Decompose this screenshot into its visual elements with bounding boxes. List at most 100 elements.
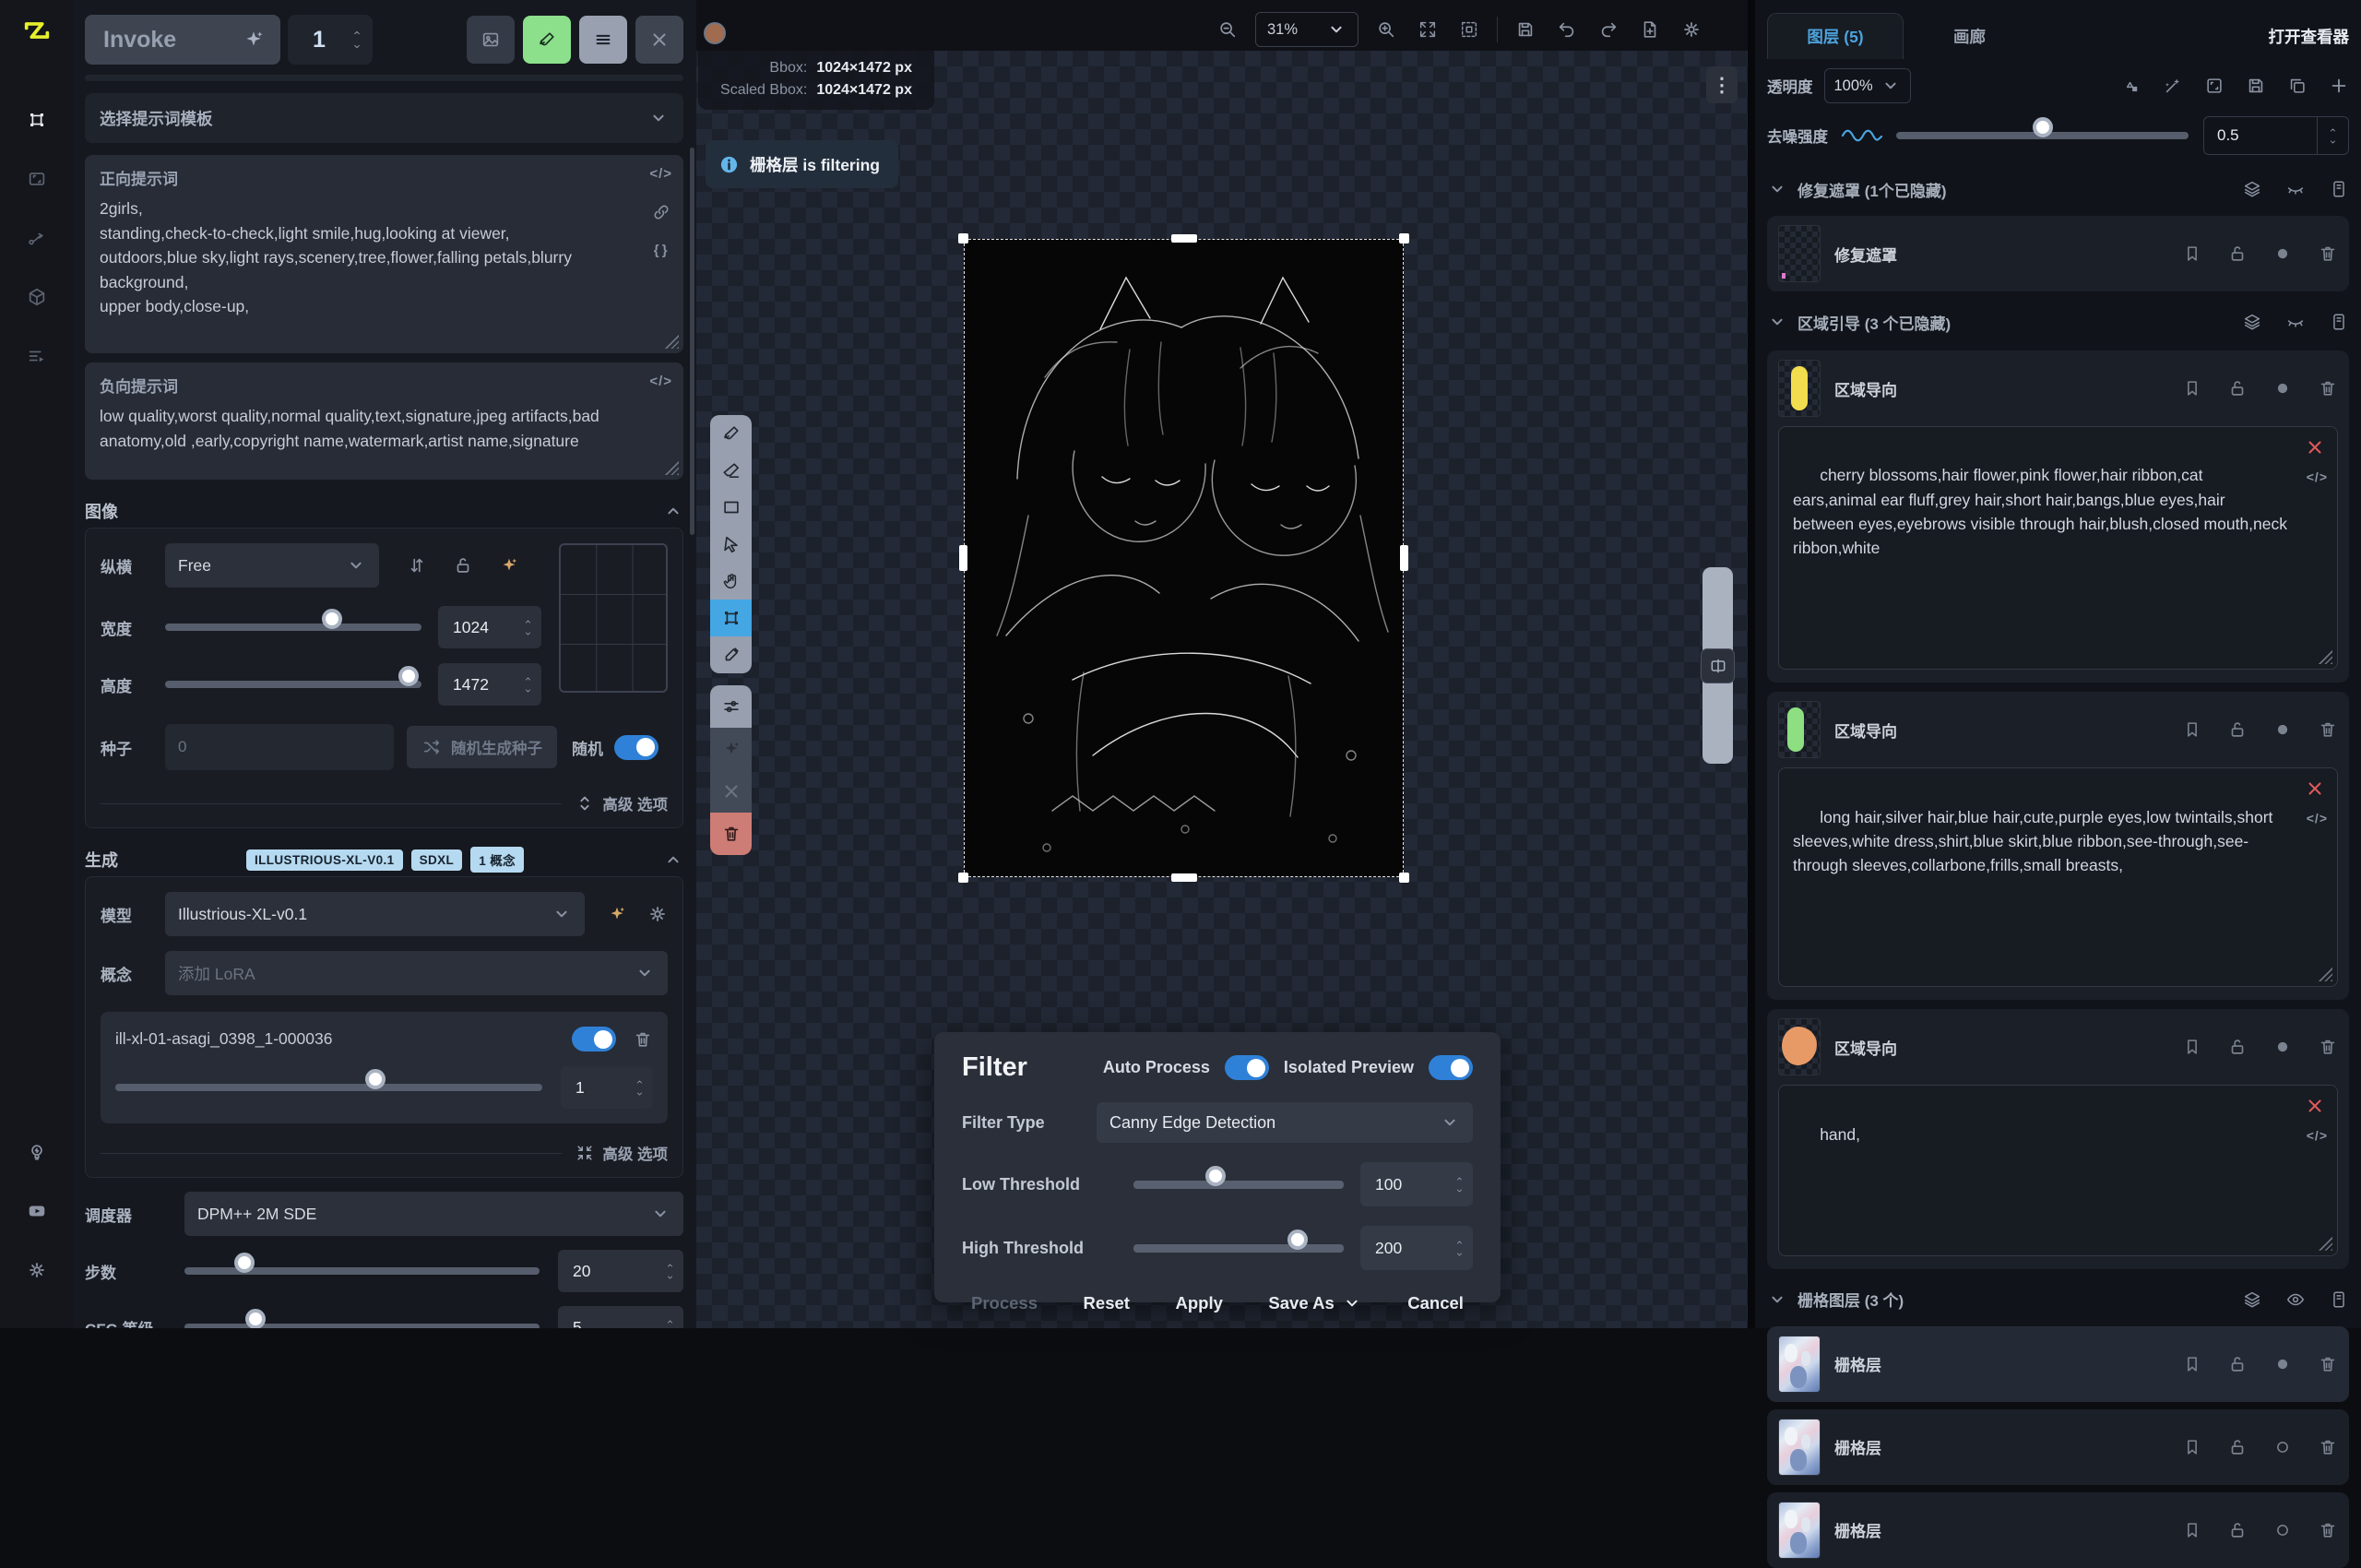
optimize-size-icon[interactable] bbox=[499, 555, 519, 576]
visibility-circle-icon[interactable] bbox=[2272, 1437, 2293, 1457]
brush-mode-button[interactable] bbox=[523, 16, 571, 64]
chevron-up-icon[interactable] bbox=[1453, 1174, 1465, 1183]
fit-bbox-button[interactable] bbox=[1455, 16, 1483, 43]
resize-handle[interactable] bbox=[1400, 545, 1408, 571]
resize-handle[interactable] bbox=[2318, 649, 2332, 664]
rail-canvas-tab[interactable] bbox=[16, 99, 58, 141]
chevron-down-icon[interactable] bbox=[1767, 1289, 1787, 1310]
negative-prompt-box[interactable]: 负向提示词 low quality,worst quality,normal q… bbox=[85, 362, 683, 480]
invoke-button[interactable]: Invoke bbox=[85, 15, 280, 65]
resize-handle[interactable] bbox=[1399, 233, 1409, 244]
panel-icon[interactable] bbox=[2329, 312, 2349, 332]
zoom-out-button[interactable] bbox=[1214, 16, 1241, 43]
stack-icon[interactable] bbox=[2242, 179, 2262, 199]
seed-input[interactable] bbox=[165, 724, 394, 770]
undo-button[interactable] bbox=[1553, 16, 1581, 43]
code-icon[interactable]: </> bbox=[2307, 468, 2328, 487]
reset-button[interactable]: Reset bbox=[1078, 1292, 1135, 1314]
redo-button[interactable] bbox=[1595, 16, 1622, 43]
positive-prompt-box[interactable]: 正向提示词 2girls, standing,check-to-check,li… bbox=[85, 155, 683, 353]
color-swatch[interactable] bbox=[704, 22, 726, 44]
chevron-down-icon[interactable] bbox=[1453, 1186, 1465, 1195]
trash-icon[interactable] bbox=[2318, 244, 2338, 264]
compare-handle[interactable] bbox=[1701, 648, 1735, 683]
eye-closed-icon[interactable] bbox=[2285, 312, 2306, 332]
canny-preview-layer[interactable] bbox=[964, 239, 1404, 877]
layer-thumbnail[interactable] bbox=[1778, 360, 1821, 417]
pan-tool[interactable] bbox=[710, 563, 752, 600]
save-icon[interactable] bbox=[2246, 76, 2266, 96]
chevron-down-icon[interactable] bbox=[350, 42, 363, 52]
negative-prompt-text[interactable]: low quality,worst quality,normal quality… bbox=[100, 404, 644, 453]
trash-icon[interactable] bbox=[2318, 1037, 2338, 1057]
width-slider[interactable] bbox=[165, 615, 421, 639]
eye-icon[interactable] bbox=[2285, 1289, 2306, 1310]
cfg-slider[interactable] bbox=[184, 1315, 540, 1328]
layer-thumbnail[interactable] bbox=[1778, 1419, 1821, 1476]
stack-icon[interactable] bbox=[2242, 1289, 2262, 1310]
lora-toggle[interactable] bbox=[572, 1027, 616, 1051]
transform-button[interactable] bbox=[710, 728, 752, 770]
image-section-header[interactable]: 图像 bbox=[85, 494, 683, 528]
code-icon[interactable]: </> bbox=[2307, 809, 2328, 828]
visibility-circle-icon[interactable] bbox=[2272, 1354, 2293, 1374]
remove-prompt-icon[interactable] bbox=[2305, 778, 2325, 799]
resize-handle[interactable] bbox=[664, 334, 679, 349]
resize-handle[interactable] bbox=[1399, 873, 1409, 883]
region-card[interactable]: 区域导向 hand, </> bbox=[1767, 1009, 2349, 1269]
save-canvas-button[interactable] bbox=[1512, 16, 1539, 43]
link-icon[interactable] bbox=[651, 202, 671, 222]
bookmark-icon[interactable] bbox=[2182, 378, 2202, 398]
process-button[interactable]: Process bbox=[966, 1292, 1043, 1314]
image-advanced-options[interactable]: 高级 选项 bbox=[575, 792, 668, 814]
layer-thumbnail[interactable] bbox=[1778, 1336, 1821, 1393]
lock-icon[interactable] bbox=[2227, 378, 2248, 398]
slider-knob[interactable] bbox=[2033, 117, 2053, 137]
image-mode-button[interactable] bbox=[467, 16, 515, 64]
remove-prompt-icon[interactable] bbox=[2305, 437, 2325, 457]
prompt-template-select[interactable]: 选择提示词模板 bbox=[85, 93, 683, 143]
chevron-down-icon[interactable] bbox=[634, 1089, 646, 1099]
bookmark-icon[interactable] bbox=[2182, 1520, 2202, 1540]
bookmark-icon[interactable] bbox=[2182, 244, 2202, 264]
cancel-button[interactable]: Cancel bbox=[1402, 1292, 1469, 1314]
inpaint-group-header[interactable]: 修复遮罩 (1个已隐藏) bbox=[1767, 170, 2349, 208]
add-layer-icon[interactable] bbox=[2329, 76, 2349, 96]
lora-weight-input[interactable]: 1 bbox=[561, 1066, 653, 1109]
resize-handle[interactable] bbox=[959, 545, 967, 571]
visibility-circle-icon[interactable] bbox=[2272, 244, 2293, 264]
chevron-down-icon[interactable] bbox=[1767, 179, 1787, 199]
trash-icon[interactable] bbox=[2318, 378, 2338, 398]
chevron-down-icon[interactable] bbox=[2327, 137, 2339, 147]
cfg-input[interactable]: 5 bbox=[558, 1306, 683, 1328]
region-card[interactable]: 区域导向 long hair,silver hair,blue hair,cut… bbox=[1767, 692, 2349, 1000]
aspect-select[interactable]: Free bbox=[165, 543, 379, 588]
rect-tool[interactable] bbox=[710, 489, 752, 526]
close-button[interactable] bbox=[635, 16, 683, 64]
layer-thumbnail[interactable] bbox=[1778, 701, 1821, 758]
layer-thumbnail[interactable] bbox=[1778, 1018, 1821, 1075]
steps-input[interactable]: 20 bbox=[558, 1250, 683, 1292]
trash-icon[interactable] bbox=[2318, 1520, 2338, 1540]
slider-knob[interactable] bbox=[245, 1309, 266, 1328]
duplicate-icon[interactable] bbox=[2287, 76, 2308, 96]
lock-icon[interactable] bbox=[2227, 1037, 2248, 1057]
tab-gallery[interactable]: 画廊 bbox=[1944, 13, 1995, 59]
shapes-icon[interactable] bbox=[2121, 76, 2142, 96]
save-as-button[interactable]: Save As bbox=[1263, 1292, 1367, 1314]
chevron-down-icon[interactable] bbox=[522, 686, 534, 695]
chevron-up-icon[interactable] bbox=[522, 617, 534, 626]
raster-layer-row[interactable]: 栅格层 bbox=[1767, 1492, 2349, 1568]
chevron-up-icon[interactable] bbox=[2327, 125, 2339, 135]
random-seed-toggle[interactable] bbox=[614, 735, 658, 760]
remove-prompt-icon[interactable] bbox=[2305, 1096, 2325, 1116]
apply-button[interactable]: Apply bbox=[1169, 1292, 1228, 1314]
panel-icon[interactable] bbox=[2329, 179, 2349, 199]
slider-knob[interactable] bbox=[322, 609, 342, 629]
chevron-down-icon[interactable] bbox=[1453, 1250, 1465, 1259]
height-slider[interactable] bbox=[165, 672, 421, 696]
high-threshold-slider[interactable] bbox=[1133, 1236, 1344, 1260]
trash-icon[interactable] bbox=[2318, 1437, 2338, 1457]
code-icon[interactable]: </> bbox=[649, 374, 672, 389]
swap-dimensions-icon[interactable] bbox=[407, 555, 427, 576]
